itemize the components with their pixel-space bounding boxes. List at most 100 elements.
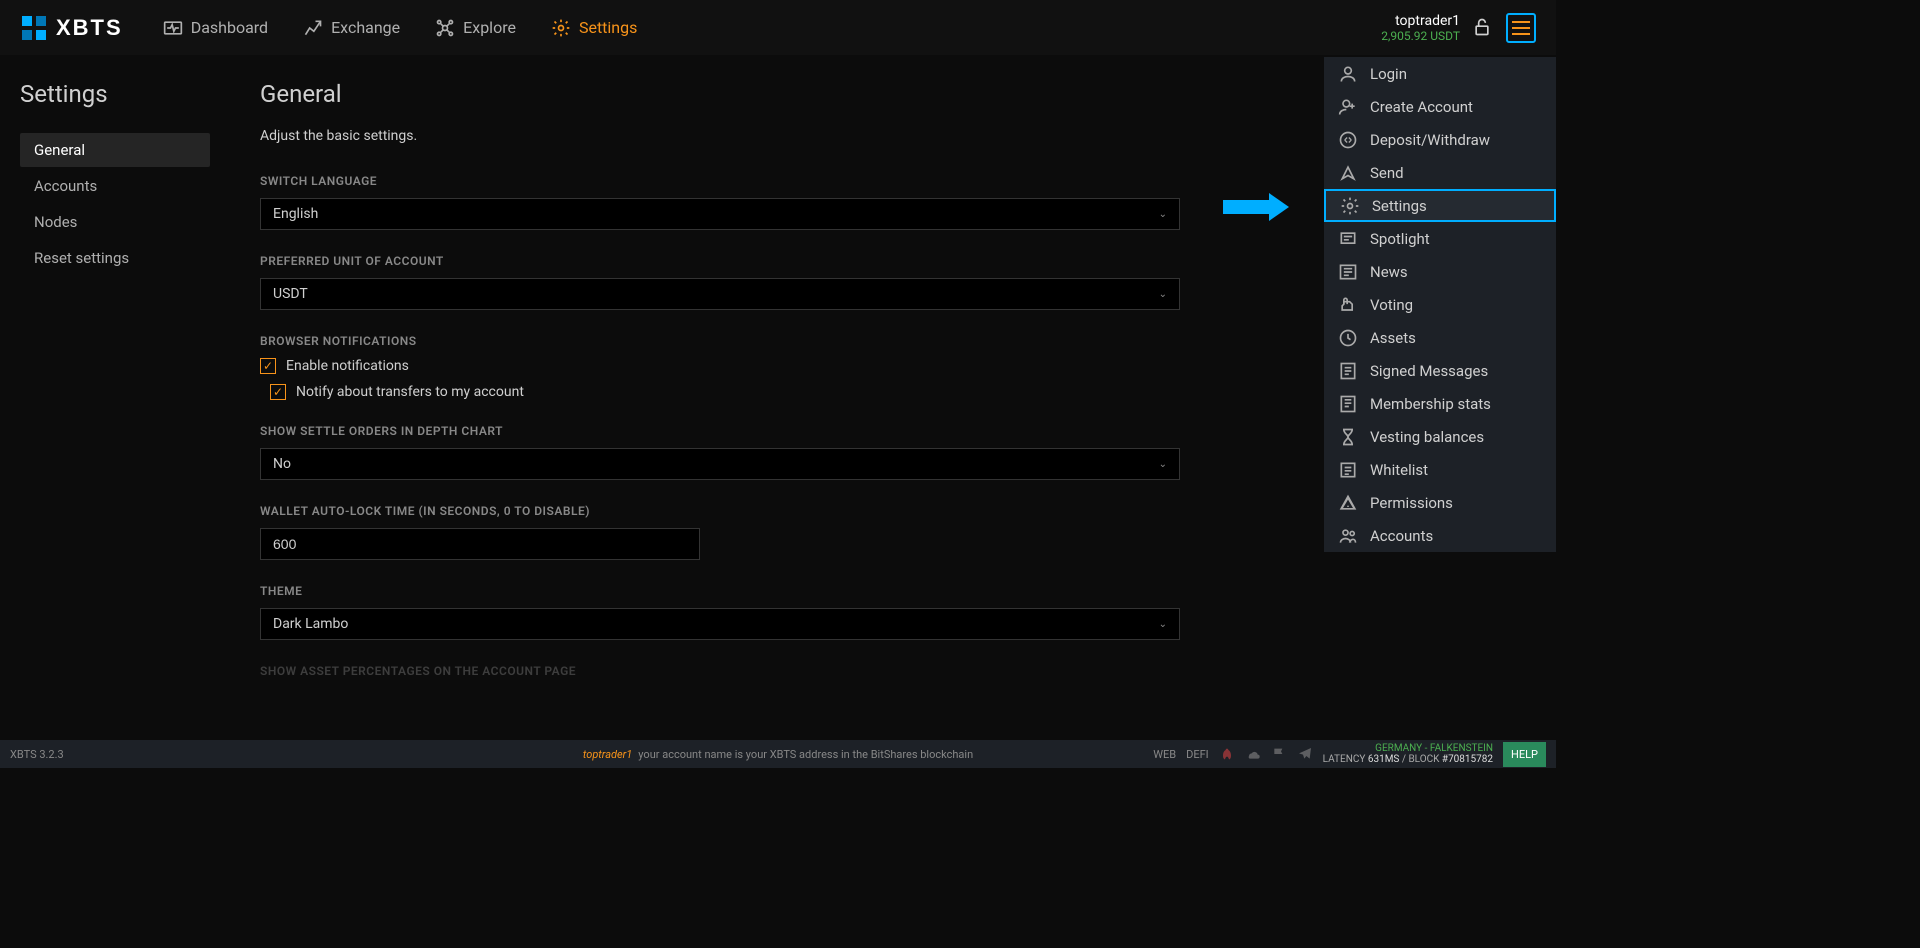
dropdown-news[interactable]: News — [1324, 255, 1556, 288]
dropdown-label: Permissions — [1370, 494, 1453, 512]
dropdown-send[interactable]: Send — [1324, 156, 1556, 189]
chevron-down-icon: ⌄ — [1159, 459, 1167, 470]
main-dropdown: Login Create Account Deposit/Withdraw Se… — [1324, 57, 1556, 552]
main-nav: Dashboard Exchange Explore — [163, 18, 638, 38]
nav-label: Settings — [579, 18, 637, 37]
assets-icon — [1338, 328, 1358, 348]
autolock-input[interactable] — [260, 528, 700, 560]
dropdown-deposit-withdraw[interactable]: Deposit/Withdraw — [1324, 123, 1556, 156]
dropdown-label: Membership stats — [1370, 395, 1491, 413]
body: Settings General Accounts Nodes Reset se… — [0, 55, 1556, 740]
news-icon — [1338, 262, 1358, 282]
chili-icon[interactable] — [1219, 746, 1235, 762]
theme-select[interactable]: Dark Lambo ⌄ — [260, 608, 1180, 640]
dropdown-label: Voting — [1370, 296, 1413, 314]
dropdown-label: Settings — [1372, 197, 1427, 215]
sidebar: Settings General Accounts Nodes Reset se… — [0, 55, 230, 740]
sidebar-general[interactable]: General — [20, 133, 210, 167]
notify-transfers-checkbox[interactable]: ✓ — [270, 384, 286, 400]
sidebar-reset[interactable]: Reset settings — [20, 241, 210, 275]
nav-dashboard[interactable]: Dashboard — [163, 18, 268, 38]
footer-defi[interactable]: DEFI — [1186, 748, 1209, 761]
dropdown-create-account[interactable]: Create Account — [1324, 90, 1556, 123]
dropdown-label: Create Account — [1370, 98, 1473, 116]
login-icon — [1338, 64, 1358, 84]
dropdown-spotlight[interactable]: Spotlight — [1324, 222, 1556, 255]
footer-message: toptrader1 your account name is your XBT… — [583, 748, 973, 761]
select-value: English — [273, 206, 318, 222]
dashboard-icon — [163, 18, 183, 38]
telegram-icon[interactable] — [1297, 746, 1313, 762]
chevron-down-icon: ⌄ — [1159, 619, 1167, 630]
voting-icon — [1338, 295, 1358, 315]
footer-user: toptrader1 — [583, 748, 632, 761]
exchange-icon — [303, 18, 323, 38]
permissions-icon — [1338, 493, 1358, 513]
dropdown-label: Spotlight — [1370, 230, 1430, 248]
nav-label: Explore — [463, 18, 516, 37]
dropdown-signed-messages[interactable]: Signed Messages — [1324, 354, 1556, 387]
dropdown-label: Accounts — [1370, 527, 1433, 545]
vesting-icon — [1338, 427, 1358, 447]
hamburger-menu-button[interactable] — [1506, 13, 1536, 43]
nav-explore[interactable]: Explore — [435, 18, 516, 38]
dropdown-label: Assets — [1370, 329, 1416, 347]
nav-label: Exchange — [331, 18, 400, 37]
footer-text: your account name is your XBTS address i… — [638, 748, 973, 761]
account-balance: 2,905.92 USDT — [1381, 29, 1460, 43]
cloud-icon[interactable] — [1245, 746, 1261, 762]
dropdown-voting[interactable]: Voting — [1324, 288, 1556, 321]
latency-label: LATENCY — [1323, 754, 1366, 765]
dropdown-login[interactable]: Login — [1324, 57, 1556, 90]
sidebar-title: Settings — [20, 80, 210, 108]
dropdown-whitelist[interactable]: Whitelist — [1324, 453, 1556, 486]
dropdown-permissions[interactable]: Permissions — [1324, 486, 1556, 519]
dropdown-label: Send — [1370, 164, 1404, 182]
membership-icon — [1338, 394, 1358, 414]
settle-select[interactable]: No ⌄ — [260, 448, 1180, 480]
nav-settings[interactable]: Settings — [551, 18, 637, 38]
create-account-icon — [1338, 97, 1358, 117]
unit-label: PREFERRED UNIT OF ACCOUNT — [260, 254, 1180, 268]
dropdown-assets[interactable]: Assets — [1324, 321, 1556, 354]
explore-icon — [435, 18, 455, 38]
help-button[interactable]: HELP — [1503, 742, 1546, 767]
logo[interactable]: XBTS — [20, 14, 123, 42]
send-icon — [1338, 163, 1358, 183]
nav-label: Dashboard — [191, 18, 268, 37]
sidebar-nodes[interactable]: Nodes — [20, 205, 210, 239]
lock-icon[interactable] — [1472, 17, 1494, 39]
sidebar-accounts[interactable]: Accounts — [20, 169, 210, 203]
account-info[interactable]: toptrader1 2,905.92 USDT — [1381, 13, 1460, 43]
flag-icon[interactable] — [1271, 746, 1287, 762]
footer-icons — [1219, 746, 1313, 762]
language-select[interactable]: English ⌄ — [260, 198, 1180, 230]
deposit-withdraw-icon — [1338, 130, 1358, 150]
latency-value: 631MS — [1368, 754, 1400, 765]
status-bar: XBTS 3.2.3 toptrader1 your account name … — [0, 740, 1556, 768]
dropdown-settings[interactable]: Settings — [1324, 189, 1556, 222]
version-label: XBTS 3.2.3 — [10, 748, 64, 761]
unit-select[interactable]: USDT ⌄ — [260, 278, 1180, 310]
enable-notifications-checkbox[interactable]: ✓ — [260, 358, 276, 374]
checkbox-label[interactable]: Notify about transfers to my account — [296, 384, 524, 400]
logo-text: XBTS — [56, 15, 123, 41]
dropdown-label: Deposit/Withdraw — [1370, 131, 1490, 149]
nav-exchange[interactable]: Exchange — [303, 18, 400, 38]
checkbox-label[interactable]: Enable notifications — [286, 358, 409, 374]
language-label: SWITCH LANGUAGE — [260, 174, 1180, 188]
theme-label: THEME — [260, 584, 1180, 598]
autolock-label: WALLET AUTO-LOCK TIME (IN SECONDS, 0 TO … — [260, 504, 1180, 518]
dropdown-accounts[interactable]: Accounts — [1324, 519, 1556, 552]
dropdown-vesting[interactable]: Vesting balances — [1324, 420, 1556, 453]
dropdown-label: Login — [1370, 65, 1407, 83]
header-right: toptrader1 2,905.92 USDT — [1381, 13, 1536, 43]
footer-web[interactable]: WEB — [1153, 748, 1176, 761]
block-label: BLOCK — [1408, 754, 1439, 765]
node-info[interactable]: GERMANY - FALKENSTEIN LATENCY 631MS / BL… — [1323, 743, 1493, 765]
select-value: No — [273, 456, 291, 472]
whitelist-icon — [1338, 460, 1358, 480]
block-value: #70815782 — [1442, 754, 1493, 765]
dropdown-membership[interactable]: Membership stats — [1324, 387, 1556, 420]
dropdown-label: Whitelist — [1370, 461, 1428, 479]
